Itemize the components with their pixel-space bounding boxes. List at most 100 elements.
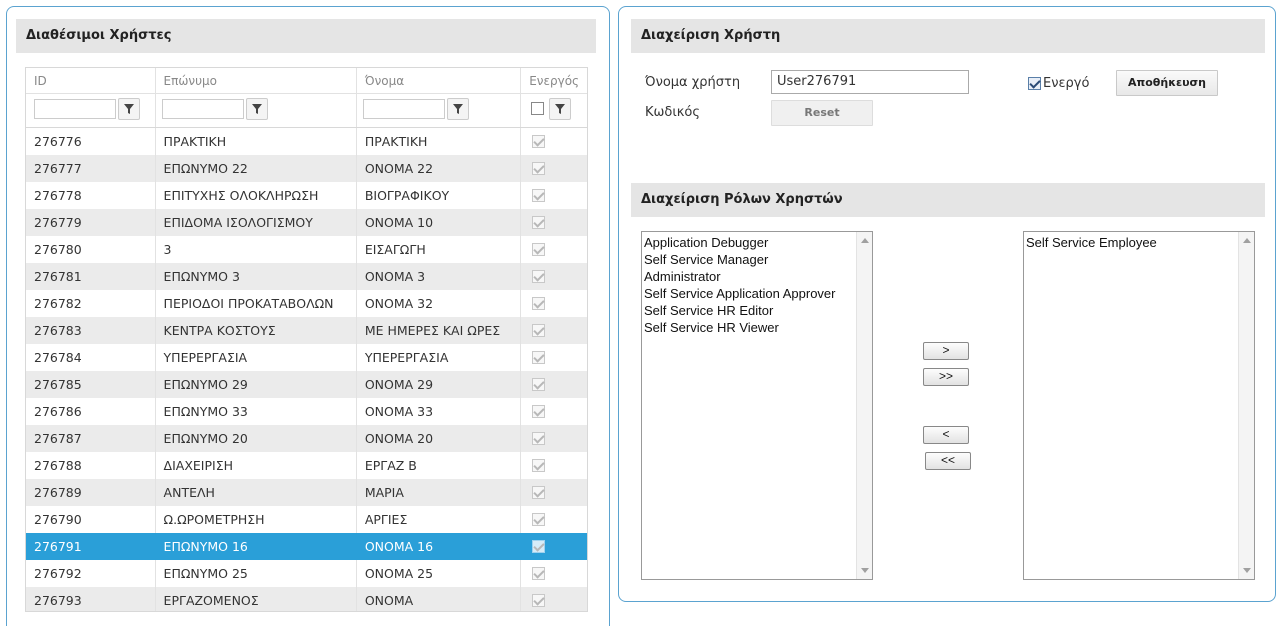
cell-surname: ΥΠΕΡΕΡΓΑΣΙΑ [156,344,357,371]
active-checkbox-readonly [532,270,546,283]
id-filter-button[interactable] [118,98,140,120]
table-row[interactable]: 276792 ΕΠΩΝΥΜΟ 25 ΟΝΟΜΑ 25 [26,560,587,587]
active-checkbox-readonly [532,405,546,418]
active-checkbox-readonly [532,216,546,229]
scroll-down-icon[interactable] [861,568,869,573]
active-checkbox-readonly [532,540,546,553]
cell-id: 276791 [26,533,156,560]
table-row[interactable]: 276778 ΕΠΙΤΥΧΗΣ ΟΛΟΚΛΗΡΩΣΗ ΒΙΟΓΡΑΦΙΚΟΥ [26,182,587,209]
grid-filter-row [26,94,587,128]
cell-surname: ΕΠΩΝΥΜΟ 33 [156,398,357,425]
table-row[interactable]: 276784 ΥΠΕΡΕΡΓΑΣΙΑ ΥΠΕΡΕΡΓΑΣΙΑ [26,344,587,371]
cell-id: 276777 [26,155,156,182]
list-item[interactable]: Self Service Manager [644,251,854,268]
user-management-title: Διαχείριση Χρήστη [631,19,1265,53]
table-row[interactable]: 276781 ΕΠΩΝΥΜΟ 3 ΟΝΟΜΑ 3 [26,263,587,290]
cell-name: ΟΝΟΜΑ 10 [357,209,522,236]
cell-surname: ΚΕΝΤΡΑ ΚΟΣΤΟΥΣ [156,317,357,344]
table-row[interactable]: 276777 ΕΠΩΝΥΜΟ 22 ΟΝΟΜΑ 22 [26,155,587,182]
table-row[interactable]: 276776 ΠΡΑΚΤΙΚΗ ΠΡΑΚΤΙΚΗ [26,128,587,155]
reset-password-button[interactable]: Reset [771,100,873,126]
table-row[interactable]: 276788 ΔΙΑΧΕΙΡΙΣΗ ΕΡΓΑΖ Β [26,452,587,479]
cell-id: 276789 [26,479,156,506]
available-users-panel: Διαθέσιμοι Χρήστες ID Επώνυμο Όνομα Ενερ… [6,6,610,626]
available-roles-scrollbar[interactable] [856,232,872,579]
table-row[interactable]: 276779 ΕΠΙΔΟΜΑ ΙΣΟΛΟΓΙΣΜΟΥ ΟΝΟΜΑ 10 [26,209,587,236]
cell-id: 276790 [26,506,156,533]
list-item[interactable]: Self Service HR Editor [644,302,854,319]
cell-active [521,317,587,344]
available-roles-list[interactable]: Application Debugger Self Service Manager… [641,231,873,580]
active-checkbox-readonly [532,135,546,148]
list-item[interactable]: Self Service Employee [1026,234,1236,251]
active-checkbox-readonly [532,351,546,364]
move-all-left-button[interactable]: << [925,452,971,470]
filter-icon [452,104,463,114]
list-item[interactable]: Application Debugger [644,234,854,251]
list-item[interactable]: Administrator [644,268,854,285]
table-row[interactable]: 276791 ΕΠΩΝΥΜΟ 16 ΟΝΟΜΑ 16 [26,533,587,560]
assigned-roles-list[interactable]: Self Service Employee [1023,231,1255,580]
user-management-panel: Διαχείριση Χρήστη Όνομα χρήστη User27679… [618,6,1276,602]
cell-name: ΑΡΓΙΕΣ [357,506,522,533]
cell-id: 276784 [26,344,156,371]
active-filter-checkbox[interactable] [531,102,545,115]
scroll-down-icon[interactable] [1243,568,1251,573]
scroll-up-icon[interactable] [1243,238,1251,243]
column-header-name[interactable]: Όνομα [357,68,522,93]
cell-surname: 3 [156,236,357,263]
active-filter-button[interactable] [549,98,572,120]
surname-filter-input[interactable] [161,99,244,119]
cell-surname: ΕΠΙΔΟΜΑ ΙΣΟΛΟΓΙΣΜΟΥ [156,209,357,236]
scroll-up-icon[interactable] [861,238,869,243]
active-checkbox-readonly [532,594,546,607]
cell-surname: ΕΠΩΝΥΜΟ 22 [156,155,357,182]
assigned-roles-scrollbar[interactable] [1238,232,1254,579]
table-row[interactable]: 276786 ΕΠΩΝΥΜΟ 33 ΟΝΟΜΑ 33 [26,398,587,425]
active-checkbox-readonly [532,459,546,472]
cell-id: 276785 [26,371,156,398]
table-row[interactable]: 276790 Ω.ΩΡΟΜΕΤΡΗΣΗ ΑΡΓΙΕΣ [26,506,587,533]
move-all-right-button[interactable]: >> [923,368,969,386]
cell-id: 276783 [26,317,156,344]
active-checkbox-readonly [532,243,546,256]
cell-name: ΟΝΟΜΑ [357,587,522,611]
active-checkbox[interactable] [1028,77,1041,90]
cell-active [521,128,587,155]
active-checkbox-readonly [532,567,546,580]
cell-active [521,587,587,611]
column-header-surname[interactable]: Επώνυμο [156,68,357,93]
table-row[interactable]: 276785 ΕΠΩΝΥΜΟ 29 ΟΝΟΜΑ 29 [26,371,587,398]
cell-name: ΜΑΡΙΑ [357,479,522,506]
surname-filter-button[interactable] [245,98,268,120]
move-left-button[interactable]: < [923,426,969,444]
cell-surname: Ω.ΩΡΟΜΕΤΡΗΣΗ [156,506,357,533]
table-row[interactable]: 276782 ΠΕΡΙΟΔΟΙ ΠΡΟΚΑΤΑΒΟΛΩΝ ΟΝΟΜΑ 32 [26,290,587,317]
cell-active [521,560,587,587]
column-header-active[interactable]: Ενεργός [521,68,587,93]
grid-body: 276776 ΠΡΑΚΤΙΚΗ ΠΡΑΚΤΙΚΗ 276777 ΕΠΩΝΥΜΟ 22 ΟΝ… [26,128,587,611]
list-item[interactable]: Self Service HR Viewer [644,319,854,336]
table-row[interactable]: 276789 ΑΝΤΕΛΗ ΜΑΡΙΑ [26,479,587,506]
cell-id: 276782 [26,290,156,317]
id-filter-input[interactable] [34,99,116,119]
cell-active [521,452,587,479]
table-row[interactable]: 276780 3 ΕΙΣΑΓΩΓΗ [26,236,587,263]
username-input[interactable]: User276791 [771,70,969,94]
cell-surname: ΕΠΩΝΥΜΟ 3 [156,263,357,290]
move-right-button[interactable]: > [923,342,969,360]
table-row[interactable]: 276783 ΚΕΝΤΡΑ ΚΟΣΤΟΥΣ ΜΕ ΗΜΕΡΕΣ ΚΑΙ ΩΡΕΣ [26,317,587,344]
cell-active [521,425,587,452]
cell-active [521,209,587,236]
cell-active [521,533,587,560]
name-filter-input[interactable] [362,99,445,119]
table-row[interactable]: 276787 ΕΠΩΝΥΜΟ 20 ΟΝΟΜΑ 20 [26,425,587,452]
name-filter-button[interactable] [446,98,469,120]
column-header-id[interactable]: ID [26,68,156,93]
cell-surname: ΠΕΡΙΟΔΟΙ ΠΡΟΚΑΤΑΒΟΛΩΝ [156,290,357,317]
cell-surname: ΕΠΩΝΥΜΟ 29 [156,371,357,398]
save-button[interactable]: Αποθήκευση [1116,70,1218,96]
list-item[interactable]: Self Service Application Approver [644,285,854,302]
table-row[interactable]: 276793 ΕΡΓΑΖΟΜΕΝΟΣ ΟΝΟΜΑ [26,587,587,611]
cell-id: 276793 [26,587,156,611]
